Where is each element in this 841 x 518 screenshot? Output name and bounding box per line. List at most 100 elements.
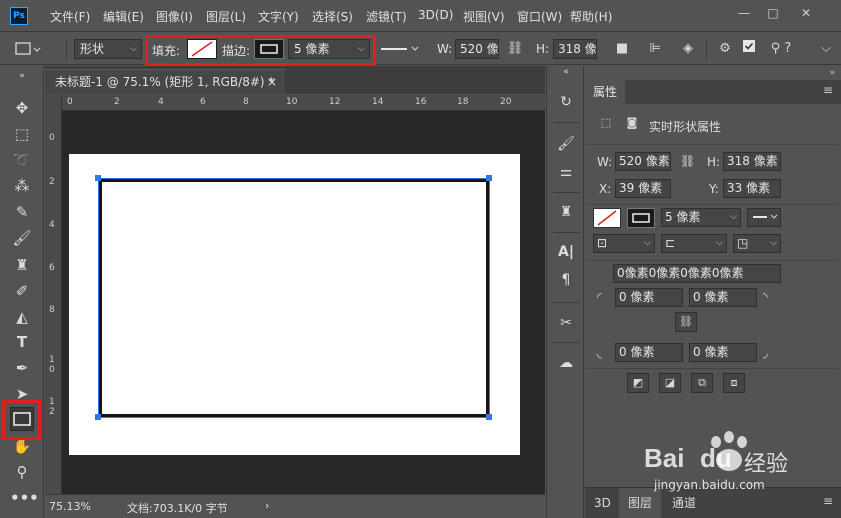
link-icon[interactable]: ⛓ [505, 39, 525, 59]
prop-height-input[interactable]: 318 像素 [723, 152, 781, 171]
path-select-tool-icon[interactable]: ➤ [10, 382, 34, 406]
menu-edit[interactable]: 编辑(E) [103, 8, 144, 25]
eraser-tool-icon[interactable]: ✐ [10, 279, 34, 303]
tab-layers[interactable]: 图层 [619, 488, 662, 518]
panel-menu-icon[interactable]: ≡ [823, 494, 833, 508]
adjustments-panel-icon[interactable]: ⚌ [556, 162, 576, 182]
stroke-cap-dropdown[interactable]: ⊏ ⌵ [661, 234, 727, 253]
menu-select[interactable]: 选择(S) [312, 8, 353, 25]
close-button[interactable]: ✕ [795, 4, 817, 22]
collapse-icon[interactable]: « [556, 66, 576, 78]
path-arrangement-icon[interactable]: ◈ [678, 39, 698, 59]
quick-select-tool-icon[interactable]: ⁂ [10, 174, 34, 198]
prop-width-input[interactable]: 520 像素 [615, 152, 671, 171]
tab-properties[interactable]: 属性 [585, 80, 626, 104]
tool-mode-dropdown[interactable]: 形状 ⌵ [74, 39, 142, 59]
corner-bl-input[interactable]: 0 像素 [615, 343, 683, 362]
anchor-handle[interactable] [95, 414, 101, 420]
path-subtract-icon[interactable]: ◪ [659, 373, 681, 393]
search-icon[interactable]: ⚲ ? [763, 39, 799, 59]
stroke-width-field[interactable]: 5 像素 ⌵ [288, 39, 370, 59]
prop-x-input[interactable]: 39 像素 [615, 179, 671, 198]
stroke-swatch[interactable] [254, 39, 284, 59]
width-input[interactable]: 520 像素 [455, 39, 499, 59]
mask-properties-icon[interactable]: ◙ [621, 114, 643, 134]
tool-preset-picker[interactable] [12, 39, 42, 59]
libraries-panel-icon[interactable]: ☁ [556, 353, 576, 373]
status-menu-arrow[interactable]: › [265, 499, 269, 512]
separator [553, 232, 579, 233]
close-tab-icon[interactable]: × [267, 70, 277, 94]
stroke-join-dropdown[interactable]: ◳ ⌵ [733, 234, 781, 253]
hand-tool-icon[interactable]: ✋ [10, 434, 34, 458]
history-panel-icon[interactable]: ↻ [556, 92, 576, 112]
separator [553, 302, 579, 303]
path-exclude-icon[interactable]: ⧈ [723, 373, 745, 393]
pen-tool-icon[interactable]: ✒ [10, 356, 34, 380]
menu-layer[interactable]: 图层(L) [206, 8, 246, 25]
link-corners-button[interactable]: ⛓ [675, 312, 697, 332]
corner-br-input[interactable]: 0 像素 [689, 343, 757, 362]
brush-panel-icon[interactable]: 🖌 [556, 134, 576, 154]
zoom-level[interactable]: 75.13% [49, 500, 91, 513]
prop-fill-swatch[interactable] [593, 208, 621, 228]
prop-stroke-swatch[interactable] [627, 208, 655, 228]
collapse-icon[interactable]: » [10, 70, 34, 82]
document-tab[interactable]: 未标题-1 @ 75.1% (矩形 1, RGB/8#) * × [45, 69, 285, 94]
maximize-button[interactable]: □ [762, 4, 784, 22]
workspace-chevron-icon[interactable]: ⌵ [816, 39, 836, 59]
path-operations-icon[interactable]: ■ [612, 39, 632, 59]
character-panel-icon[interactable]: A| [556, 242, 576, 262]
tab-3d[interactable]: 3D [585, 488, 620, 518]
move-tool-icon[interactable]: ✥ [10, 96, 34, 120]
menu-help[interactable]: 帮助(H) [570, 8, 612, 25]
menu-filter[interactable]: 滤镜(T) [366, 8, 407, 25]
panel-menu-icon[interactable]: ≡ [823, 83, 833, 97]
marquee-tool-icon[interactable]: ⬚ [10, 122, 34, 146]
corner-radius-all-input[interactable]: 0像素0像素0像素0像素 [613, 264, 781, 283]
more-tools-icon[interactable]: ••• [10, 486, 39, 510]
stamp-tool-icon[interactable]: ♜ [10, 253, 34, 277]
stroke-align-dropdown[interactable]: ⊡ ⌵ [593, 234, 655, 253]
clone-source-panel-icon[interactable]: ♜ [556, 202, 576, 222]
path-alignment-icon[interactable]: ⊫ [645, 39, 665, 59]
link-icon[interactable]: ⛓ [680, 154, 695, 168]
align-edges-checkbox[interactable] [739, 39, 759, 59]
collapse-icon[interactable]: » [829, 68, 835, 78]
anchor-handle[interactable] [486, 175, 492, 181]
corner-tr-input[interactable]: 0 像素 [689, 288, 757, 307]
prop-y-label: Y: [709, 182, 719, 196]
corner-tl-input[interactable]: 0 像素 [615, 288, 683, 307]
minimize-button[interactable]: — [733, 4, 755, 22]
path-unite-icon[interactable]: ◩ [627, 373, 649, 393]
path-intersect-icon[interactable]: ⧉ [691, 373, 713, 393]
type-tool-icon[interactable]: T [10, 330, 34, 354]
anchor-handle[interactable] [486, 414, 492, 420]
anchor-handle[interactable] [95, 175, 101, 181]
menu-file[interactable]: 文件(F) [50, 8, 90, 25]
menu-view[interactable]: 视图(V) [463, 8, 505, 25]
prop-stroke-type-dropdown[interactable] [747, 208, 781, 227]
paragraph-panel-icon[interactable]: ¶ [556, 270, 576, 290]
ruler-tick: 2 [49, 177, 55, 187]
prop-stroke-width-field[interactable]: 5 像素 ⌵ [661, 208, 741, 227]
gear-icon[interactable]: ⚙ [715, 39, 735, 59]
stroke-type-dropdown[interactable] [376, 39, 424, 59]
lasso-tool-icon[interactable]: ➰ [10, 148, 34, 172]
height-input[interactable]: 318 像素 [553, 39, 597, 59]
prop-y-input[interactable]: 33 像素 [723, 179, 781, 198]
brush-tool-icon[interactable]: 🖌 [10, 226, 34, 250]
fill-swatch[interactable] [187, 39, 217, 59]
tool-presets-panel-icon[interactable]: ✂ [556, 313, 576, 333]
tab-channels[interactable]: 通道 [663, 488, 705, 518]
menu-type[interactable]: 文字(Y) [258, 8, 299, 25]
paint-bucket-tool-icon[interactable]: ◭ [10, 305, 34, 329]
prop-height-label: H: [707, 155, 721, 169]
menu-image[interactable]: 图像(I) [156, 8, 193, 25]
prop-stroke-width-value: 5 像素 [665, 210, 701, 224]
zoom-tool-icon[interactable]: ⚲ [10, 460, 34, 484]
rectangle-tool-button[interactable] [10, 407, 34, 431]
eyedropper-tool-icon[interactable]: ✎ [10, 200, 34, 224]
menu-window[interactable]: 窗口(W) [517, 8, 562, 25]
menu-3d[interactable]: 3D(D) [418, 8, 453, 22]
